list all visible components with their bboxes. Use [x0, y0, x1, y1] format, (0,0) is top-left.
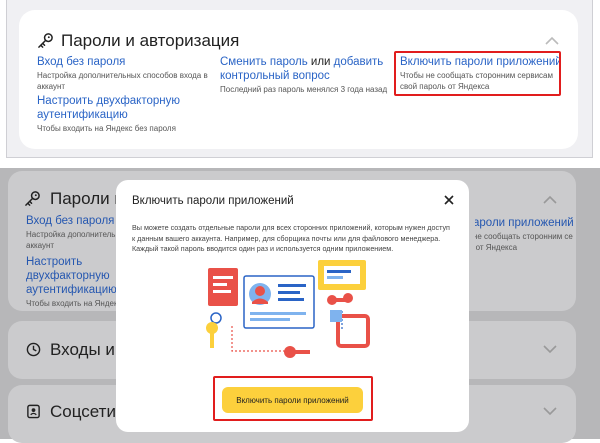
- bg-login-link: Вход без пароля: [26, 215, 115, 227]
- bg-login-block: Вход без пароля Настройка дополнительных…: [26, 214, 197, 251]
- modal-description: Вы можете создать отдельные пароли для в…: [132, 223, 450, 253]
- login-without-password-link[interactable]: Вход без пароля: [37, 55, 217, 69]
- bg-card-title: Пароли и: [50, 189, 124, 208]
- settings-page-top: Пароли и авторизация Вход без пароля Нас…: [0, 0, 600, 161]
- key-icon: [38, 33, 53, 48]
- card-title: Пароли и авторизация: [61, 31, 240, 50]
- login-without-password-block: Вход без пароля Настройка дополнительных…: [37, 55, 217, 92]
- chevron-up-icon: [543, 195, 557, 204]
- app-passwords-illustration: [206, 260, 370, 358]
- chevron-down-icon: [543, 407, 557, 416]
- bg-social-title: Соцсети: [50, 402, 116, 421]
- app-passwords-modal: Включить пароли приложений Вы можете соз…: [116, 180, 469, 432]
- bg-app-passwords-block: Включить пароли приложений Чтобы не сооб…: [475, 216, 573, 253]
- close-icon[interactable]: [443, 194, 455, 206]
- modal-title: Включить пароли приложений: [132, 195, 294, 207]
- badge-icon: [27, 404, 40, 419]
- highlight-app-passwords: [394, 51, 561, 96]
- change-password-link[interactable]: Сменить пароль: [220, 56, 308, 68]
- change-password-desc: Последний раз пароль менялся 3 года наза…: [220, 85, 388, 94]
- two-factor-link[interactable]: Настроить двухфакторную аутентификацию: [37, 94, 207, 122]
- login-without-password-desc: Настройка дополнительных способов входа …: [37, 71, 208, 91]
- clock-icon: [26, 342, 41, 357]
- bg-app-passwords-desc: Чтобы не сообщать сторонним сервисам сво…: [475, 232, 573, 252]
- chevron-up-icon[interactable]: [545, 36, 559, 45]
- two-factor-desc: Чтобы входить на Яндекс без пароля: [37, 124, 176, 133]
- two-factor-block: Настроить двухфакторную аутентификацию Ч…: [37, 94, 207, 135]
- or-text: или: [307, 56, 334, 68]
- passwords-card: Пароли и авторизация Вход без пароля Нас…: [19, 10, 578, 149]
- change-password-block: Сменить пароль или добавить контрольный …: [220, 55, 390, 96]
- chevron-down-icon: [543, 345, 557, 354]
- highlight-enable-button: [213, 376, 373, 421]
- change-password-links: Сменить пароль или добавить контрольный …: [220, 55, 390, 83]
- bg-two-factor-link: Настроить двухфакторную аутентификацию: [26, 256, 117, 296]
- bg-two-factor-block: Настроить двухфакторную аутентификацию Ч…: [26, 255, 165, 310]
- bg-app-passwords-link: Включить пароли приложений: [475, 217, 573, 229]
- key-icon: [25, 191, 40, 206]
